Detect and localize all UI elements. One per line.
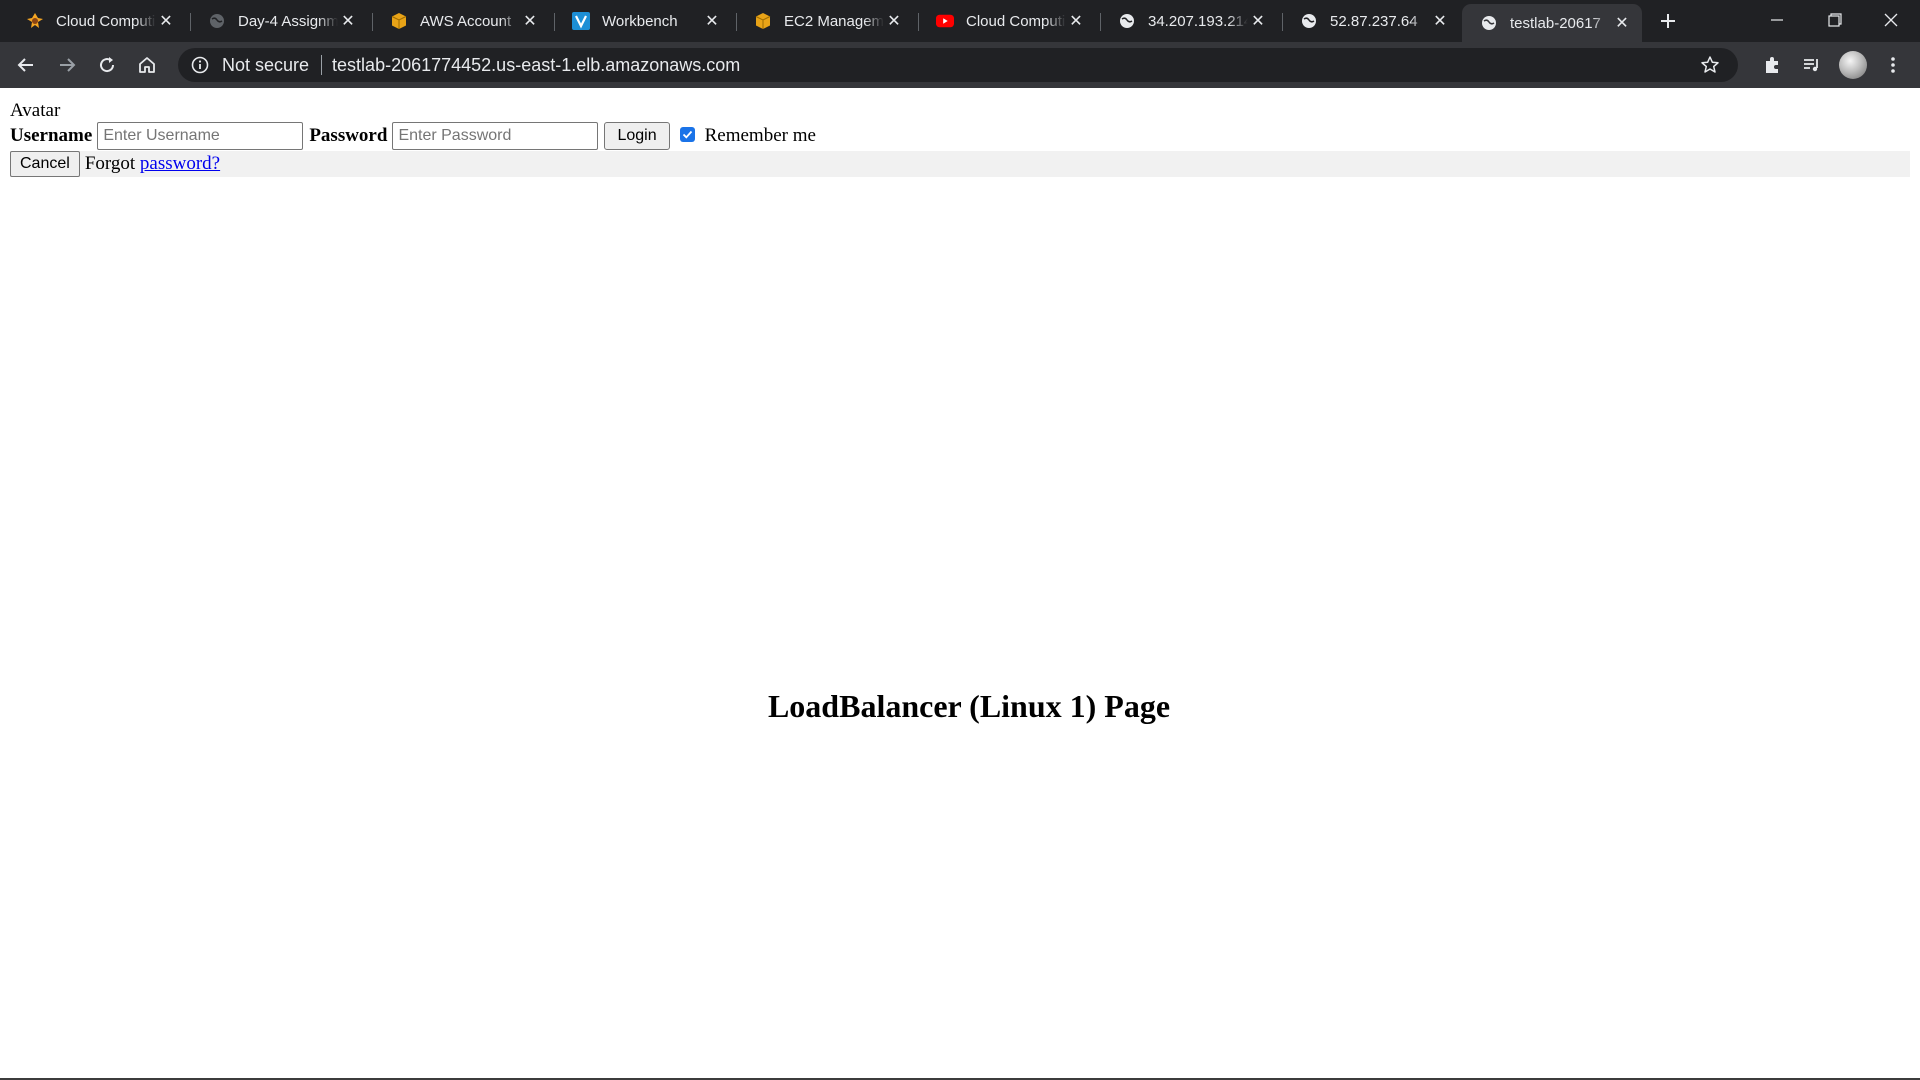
cancel-button[interactable]: Cancel: [10, 151, 80, 177]
aws-box-icon: [390, 12, 408, 30]
browser-tab[interactable]: Cloud Computi ✕: [918, 4, 1096, 38]
close-tab-icon[interactable]: ✕: [1248, 11, 1268, 31]
tab-separator: [1282, 13, 1283, 31]
close-tab-icon[interactable]: ✕: [1066, 11, 1086, 31]
forgot-prefix: Forgot: [84, 153, 136, 174]
tab-title: Cloud Computi: [56, 12, 156, 30]
close-tab-icon[interactable]: ✕: [156, 11, 176, 31]
tab-title: testlab-20617: [1510, 14, 1601, 32]
tab-separator: [1100, 13, 1101, 31]
new-tab-icon[interactable]: [1655, 8, 1681, 34]
aws-box-icon: [754, 12, 772, 30]
browser-tab[interactable]: Day-4 Assignm ✕: [190, 4, 368, 38]
browser-tab[interactable]: Workbench ✕: [554, 4, 732, 38]
username-label: Username: [10, 125, 93, 146]
reload-icon[interactable]: [91, 49, 123, 81]
tab-title: 52.87.237.64: [1330, 12, 1418, 30]
menu-kebab-icon[interactable]: [1877, 49, 1909, 81]
back-icon[interactable]: [10, 49, 42, 81]
forgot-password-link[interactable]: password?: [140, 153, 220, 174]
close-tab-icon[interactable]: ✕: [338, 11, 358, 31]
tab-separator: [554, 13, 555, 31]
login-form-row: Username Password Login Remember me: [10, 122, 816, 150]
login-button[interactable]: Login: [604, 122, 670, 150]
address-divider: [321, 55, 323, 75]
tab-separator: [736, 13, 737, 31]
url-text[interactable]: testlab-2061774452.us-east-1.elb.amazona…: [332, 55, 740, 76]
close-window-icon[interactable]: [1862, 0, 1920, 40]
forgot-password: Forgot password?: [85, 153, 220, 175]
browser-tab[interactable]: 52.87.237.64 ✕: [1282, 4, 1460, 38]
avatar-alt-text: Avatar: [10, 100, 61, 121]
extensions-puzzle-icon[interactable]: [1756, 49, 1788, 81]
close-tab-icon[interactable]: ✕: [520, 11, 540, 31]
tab-title: Cloud Computi: [966, 12, 1066, 30]
remember-label: Remember me: [704, 125, 816, 146]
remember-checkbox[interactable]: [679, 126, 695, 142]
tab-title: Workbench: [602, 12, 678, 30]
browser-tab[interactable]: 34.207.193.214 ✕: [1100, 4, 1278, 38]
close-tab-icon[interactable]: ✕: [1430, 11, 1450, 31]
tab-title: EC2 Manageme: [784, 12, 884, 30]
media-queue-icon[interactable]: [1796, 49, 1828, 81]
forward-icon[interactable]: [51, 49, 83, 81]
restore-icon[interactable]: [1806, 0, 1864, 40]
browser-tab[interactable]: Cloud Computi ✕: [8, 4, 186, 38]
tab-separator: [190, 13, 191, 31]
tab-title: 34.207.193.214: [1148, 12, 1248, 30]
v-logo-icon: [572, 12, 590, 30]
username-input[interactable]: [97, 122, 304, 150]
youtube-icon: [936, 12, 954, 30]
browser-tab[interactable]: AWS Account ✕: [372, 4, 550, 38]
hub-icon: [26, 12, 44, 30]
globe-icon: [1118, 12, 1136, 30]
password-input[interactable]: [392, 122, 599, 150]
browser-tab[interactable]: EC2 Manageme ✕: [736, 4, 914, 38]
globe-icon: [1480, 14, 1498, 32]
bookmark-star-icon[interactable]: [1700, 55, 1720, 75]
address-bar[interactable]: Not secure testlab-2061774452.us-east-1.…: [178, 48, 1738, 82]
tab-strip: Cloud Computi ✕ Day-4 Assignm ✕ AWS Acco…: [0, 0, 1920, 42]
browser-toolbar: Not secure testlab-2061774452.us-east-1.…: [0, 42, 1920, 88]
avatar-image: Avatar: [10, 100, 60, 122]
profile-avatar-icon[interactable]: [1839, 51, 1867, 79]
tab-title: Day-4 Assignm: [238, 12, 338, 30]
home-icon[interactable]: [131, 49, 163, 81]
close-tab-icon[interactable]: ✕: [1612, 13, 1632, 33]
password-label: Password: [309, 125, 388, 146]
web-page: Avatar Username Password Login Remember …: [0, 88, 1920, 1080]
info-icon[interactable]: [190, 55, 210, 75]
globe-icon: [208, 12, 226, 30]
browser-tab-active[interactable]: testlab-20617 ✕: [1462, 4, 1642, 42]
form-footer: Cancel Forgot password?: [10, 151, 1910, 177]
close-tab-icon[interactable]: ✕: [884, 11, 904, 31]
tab-separator: [372, 13, 373, 31]
tab-separator: [918, 13, 919, 31]
security-status[interactable]: Not secure: [222, 55, 309, 76]
globe-icon: [1300, 12, 1318, 30]
tab-title: AWS Account: [420, 12, 512, 30]
close-tab-icon[interactable]: ✕: [702, 11, 722, 31]
remember-me: Remember me: [679, 125, 816, 147]
minimize-icon[interactable]: [1748, 0, 1806, 40]
page-heading: LoadBalancer (Linux 1) Page: [767, 688, 1171, 724]
